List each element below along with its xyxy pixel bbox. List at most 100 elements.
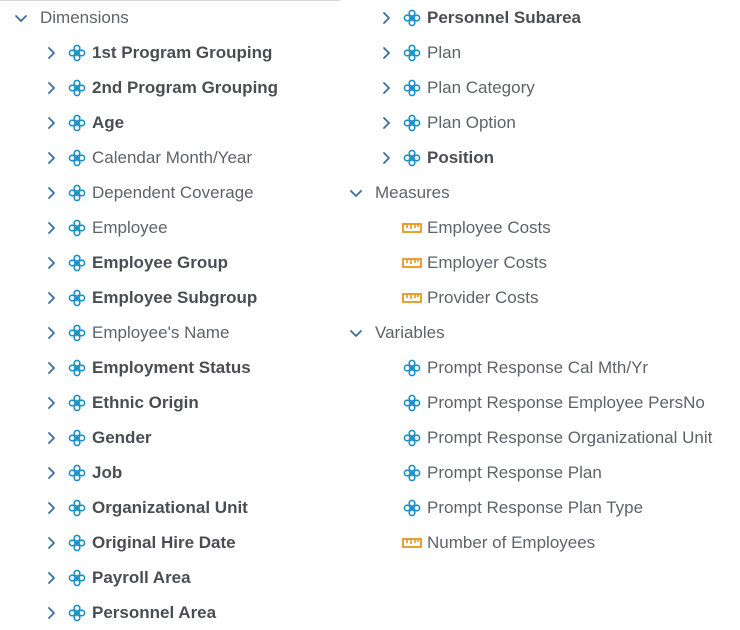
- chevron-down-icon[interactable]: [345, 183, 367, 203]
- tree-item-label: Calendar Month/Year: [92, 147, 253, 167]
- dimension-icon: [66, 533, 88, 553]
- chevron-right-icon[interactable]: [40, 148, 62, 168]
- chevron-right-icon[interactable]: [375, 148, 397, 168]
- section-variables[interactable]: Variables: [345, 315, 445, 350]
- tree-item-label: Position: [427, 147, 495, 167]
- chevron-right-icon[interactable]: [375, 8, 397, 28]
- tree-item-employee[interactable]: Employee: [40, 210, 168, 245]
- chevron-right-icon[interactable]: [40, 463, 62, 483]
- tree-item-label: Personnel Area: [92, 602, 217, 622]
- tree-item-plan-option[interactable]: Plan Option: [375, 105, 516, 140]
- chevron-right-icon[interactable]: [40, 113, 62, 133]
- chevron-right-icon[interactable]: [40, 218, 62, 238]
- tree-item-gender[interactable]: Gender: [40, 420, 152, 455]
- chevron-right-icon[interactable]: [40, 533, 62, 553]
- tree-item-label: Gender: [92, 427, 152, 447]
- dimension-icon: [401, 428, 423, 448]
- tree-item-prompt-response-employee-persno[interactable]: Prompt Response Employee PersNo: [401, 385, 705, 420]
- tree-item-label: Provider Costs: [427, 287, 539, 307]
- dimension-icon: [66, 43, 88, 63]
- tree-item-label: Job: [92, 462, 123, 482]
- tree-item-label: Employee Group: [92, 252, 229, 272]
- measure-icon: [401, 218, 423, 238]
- tree-item-label: Plan: [427, 42, 462, 62]
- tree-item-position[interactable]: Position: [375, 140, 494, 175]
- chevron-right-icon[interactable]: [375, 113, 397, 133]
- tree-item-label: Number of Employees: [427, 532, 596, 552]
- chevron-right-icon[interactable]: [40, 253, 62, 273]
- tree-item-label: Prompt Response Employee PersNo: [427, 392, 705, 412]
- dimension-icon: [66, 428, 88, 448]
- tree-item-label: Plan Category: [427, 77, 535, 97]
- dimension-icon: [401, 358, 423, 378]
- tree-item-calendar-month-year[interactable]: Calendar Month/Year: [40, 140, 252, 175]
- tree-item-label: Organizational Unit: [92, 497, 248, 517]
- tree-item-plan[interactable]: Plan: [375, 35, 461, 70]
- chevron-right-icon[interactable]: [375, 78, 397, 98]
- tree-item-label: Payroll Area: [92, 567, 191, 587]
- dimension-icon: [66, 218, 88, 238]
- tree-item-prompt-response-organizational-unit[interactable]: Prompt Response Organizational Unit: [401, 420, 712, 455]
- tree-item-prompt-response-plan-type[interactable]: Prompt Response Plan Type: [401, 490, 643, 525]
- measure-icon: [401, 253, 423, 273]
- tree-item-number-of-employees[interactable]: Number of Employees: [401, 525, 595, 560]
- dimension-icon: [66, 253, 88, 273]
- tree-item-job[interactable]: Job: [40, 455, 122, 490]
- chevron-down-icon[interactable]: [10, 8, 32, 28]
- measure-icon: [401, 533, 423, 553]
- tree-item-plan-category[interactable]: Plan Category: [375, 70, 535, 105]
- tree-item-employee-subgroup[interactable]: Employee Subgroup: [40, 280, 257, 315]
- chevron-right-icon[interactable]: [40, 428, 62, 448]
- tree-item-original-hire-date[interactable]: Original Hire Date: [40, 525, 236, 560]
- tree-item-label: 2nd Program Grouping: [92, 77, 279, 97]
- dimension-icon: [401, 498, 423, 518]
- chevron-right-icon[interactable]: [375, 43, 397, 63]
- chevron-right-icon[interactable]: [40, 393, 62, 413]
- tree-item-personnel-subarea[interactable]: Personnel Subarea: [375, 0, 581, 35]
- tree-item-organizational-unit[interactable]: Organizational Unit: [40, 490, 248, 525]
- dimension-icon: [401, 393, 423, 413]
- section-dimensions[interactable]: Dimensions: [10, 0, 129, 35]
- tree-item-label: Original Hire Date: [92, 532, 236, 552]
- dimension-icon: [66, 568, 88, 588]
- tree-item-label: Prompt Response Organizational Unit: [427, 427, 713, 447]
- dimension-icon: [66, 148, 88, 168]
- tree-item-label: 1st Program Grouping: [92, 42, 273, 62]
- tree-item-label: Age: [92, 112, 125, 132]
- chevron-right-icon[interactable]: [40, 183, 62, 203]
- dimension-icon: [401, 43, 423, 63]
- tree-item-2nd-program-grouping[interactable]: 2nd Program Grouping: [40, 70, 278, 105]
- chevron-right-icon[interactable]: [40, 43, 62, 63]
- dimension-icon: [401, 463, 423, 483]
- tree-item-employment-status[interactable]: Employment Status: [40, 350, 251, 385]
- chevron-down-icon[interactable]: [345, 323, 367, 343]
- chevron-right-icon[interactable]: [40, 603, 62, 623]
- chevron-right-icon[interactable]: [40, 498, 62, 518]
- chevron-right-icon[interactable]: [40, 78, 62, 98]
- tree-item-employer-costs[interactable]: Employer Costs: [401, 245, 547, 280]
- dimension-icon: [66, 603, 88, 623]
- tree-item-1st-program-grouping[interactable]: 1st Program Grouping: [40, 35, 272, 70]
- tree-item-label: Employer Costs: [427, 252, 547, 272]
- tree-item-label: Employee's Name: [92, 322, 230, 342]
- tree-item-employee-costs[interactable]: Employee Costs: [401, 210, 551, 245]
- tree-item-prompt-response-cal-mth-yr[interactable]: Prompt Response Cal Mth/Yr: [401, 350, 648, 385]
- tree-item-employee-s-name[interactable]: Employee's Name: [40, 315, 229, 350]
- tree-item-employee-group[interactable]: Employee Group: [40, 245, 228, 280]
- chevron-right-icon[interactable]: [40, 288, 62, 308]
- tree-item-prompt-response-plan[interactable]: Prompt Response Plan: [401, 455, 602, 490]
- dimension-icon: [401, 8, 423, 28]
- tree-item-age[interactable]: Age: [40, 105, 124, 140]
- tree-item-dependent-coverage[interactable]: Dependent Coverage: [40, 175, 254, 210]
- tree-item-payroll-area[interactable]: Payroll Area: [40, 560, 191, 595]
- chevron-right-icon[interactable]: [40, 568, 62, 588]
- tree-item-provider-costs[interactable]: Provider Costs: [401, 280, 538, 315]
- dimension-icon: [66, 498, 88, 518]
- section-measures[interactable]: Measures: [345, 175, 450, 210]
- chevron-right-icon[interactable]: [40, 323, 62, 343]
- chevron-right-icon[interactable]: [40, 358, 62, 378]
- dimension-icon: [66, 393, 88, 413]
- dimension-icon: [66, 113, 88, 133]
- tree-item-ethnic-origin[interactable]: Ethnic Origin: [40, 385, 199, 420]
- tree-item-label: Employment Status: [92, 357, 251, 377]
